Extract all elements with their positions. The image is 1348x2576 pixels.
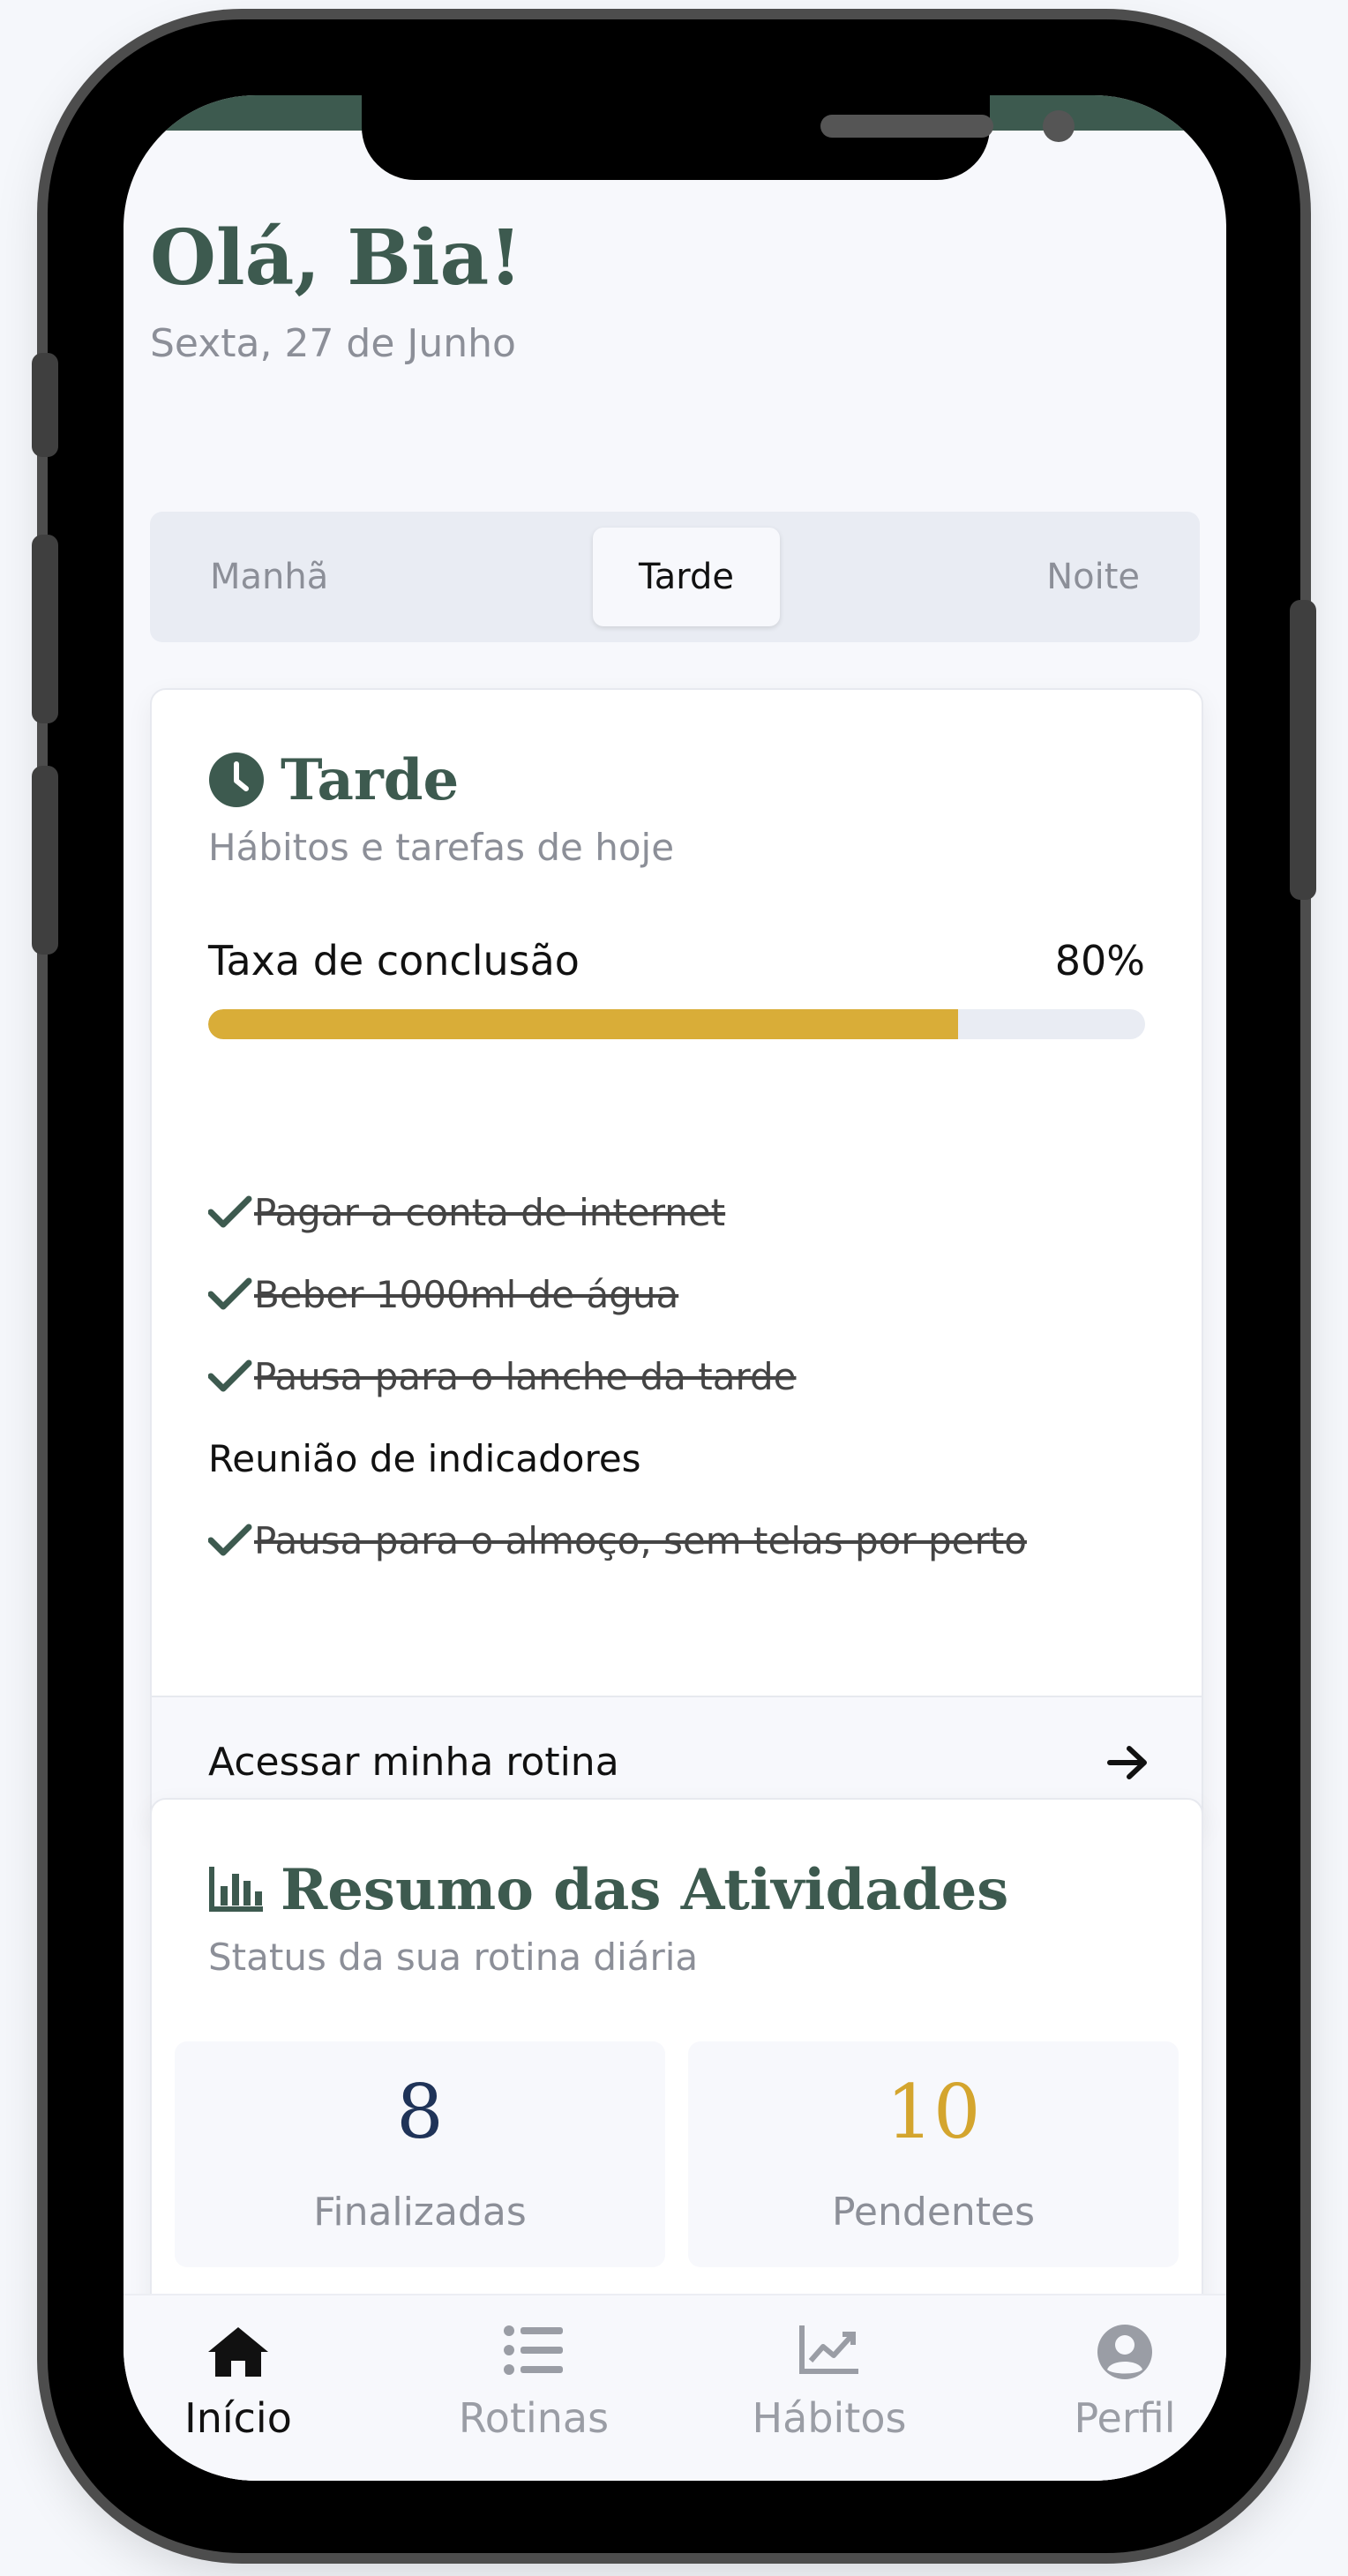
- front-camera: [1043, 110, 1075, 142]
- routine-card: Tarde Hábitos e tarefas de hoje Taxa de …: [150, 688, 1203, 1830]
- check-icon: [208, 1195, 252, 1228]
- clock-icon: [209, 753, 264, 807]
- check-icon: [208, 1524, 252, 1556]
- finished-count: 8: [396, 2069, 444, 2155]
- task-item[interactable]: Pausa para o almoço, sem telas por perto: [208, 1514, 1027, 1567]
- completion-progress-fill: [208, 1009, 958, 1039]
- check-icon: [208, 1359, 252, 1392]
- arrow-right-icon: [1107, 1746, 1147, 1779]
- nav-habitos-label: Hábitos: [752, 2394, 907, 2442]
- task-label: Pagar a conta de internet: [254, 1190, 726, 1234]
- task-label: Pausa para o almoço, sem telas por perto: [254, 1518, 1027, 1562]
- mute-switch: [32, 353, 58, 457]
- speaker-grille: [820, 115, 993, 138]
- app-screen: Olá, Bia! Sexta, 27 de Junho Manhã Tarde…: [124, 95, 1226, 2481]
- task-item[interactable]: Beber 1000ml de água: [208, 1268, 678, 1321]
- list-icon: [504, 2325, 563, 2375]
- period-segmented-control: Manhã Tarde Noite: [150, 512, 1200, 642]
- nav-inicio-label: Início: [184, 2394, 292, 2442]
- tab-manha[interactable]: Manhã: [210, 512, 328, 642]
- volume-up-button: [32, 535, 58, 723]
- home-icon: [208, 2327, 268, 2377]
- task-label: Pausa para o lanche da tarde: [254, 1354, 797, 1398]
- bottom-navigation: Início Rotinas Hábitos Perfil: [124, 2294, 1226, 2481]
- pending-label: Pendentes: [831, 2190, 1036, 2235]
- nav-inicio[interactable]: Início: [132, 2295, 344, 2481]
- finished-label: Finalizadas: [313, 2190, 527, 2235]
- routine-card-subtitle: Hábitos e tarefas de hoje: [208, 826, 675, 869]
- chart-bar-icon: [209, 1867, 263, 1912]
- completion-progress-bar: [208, 1009, 1145, 1039]
- tab-noite[interactable]: Noite: [1046, 512, 1140, 642]
- current-date: Sexta, 27 de Junho: [150, 321, 516, 366]
- summary-card-subtitle: Status da sua rotina diária: [208, 1936, 699, 1979]
- completion-rate-label: Taxa de conclusão: [208, 937, 580, 985]
- nav-habitos[interactable]: Hábitos: [723, 2295, 935, 2481]
- greeting-title: Olá, Bia!: [150, 213, 523, 303]
- task-item[interactable]: Pagar a conta de internet: [208, 1186, 725, 1239]
- nav-perfil-label: Perfil: [1074, 2394, 1176, 2442]
- routine-card-title: Tarde: [281, 746, 460, 813]
- routine-card-header: Tarde: [208, 745, 459, 815]
- chart-line-icon: [799, 2325, 858, 2374]
- user-circle-icon: [1097, 2325, 1152, 2379]
- nav-perfil[interactable]: Perfil: [1019, 2295, 1226, 2481]
- summary-card-header: Resumo das Atividades: [208, 1854, 1008, 1925]
- task-item[interactable]: Pausa para o lanche da tarde: [208, 1350, 796, 1403]
- task-label: Reunião de indicadores: [208, 1436, 641, 1480]
- check-icon: [208, 1277, 252, 1310]
- pending-stat: 10 Pendentes: [688, 2041, 1179, 2267]
- pending-count: 10: [886, 2069, 981, 2155]
- nav-rotinas-label: Rotinas: [458, 2394, 610, 2442]
- task-label: Beber 1000ml de água: [254, 1272, 679, 1316]
- summary-card-title: Resumo das Atividades: [281, 1856, 1009, 1923]
- tab-tarde[interactable]: Tarde: [593, 528, 780, 626]
- power-button: [1290, 600, 1316, 900]
- completion-rate-value: 80%: [1054, 937, 1145, 985]
- nav-rotinas[interactable]: Rotinas: [428, 2295, 640, 2481]
- notch: [362, 95, 1075, 180]
- finished-stat: 8 Finalizadas: [175, 2041, 665, 2267]
- volume-down-button: [32, 766, 58, 955]
- task-item[interactable]: Reunião de indicadores: [208, 1432, 641, 1485]
